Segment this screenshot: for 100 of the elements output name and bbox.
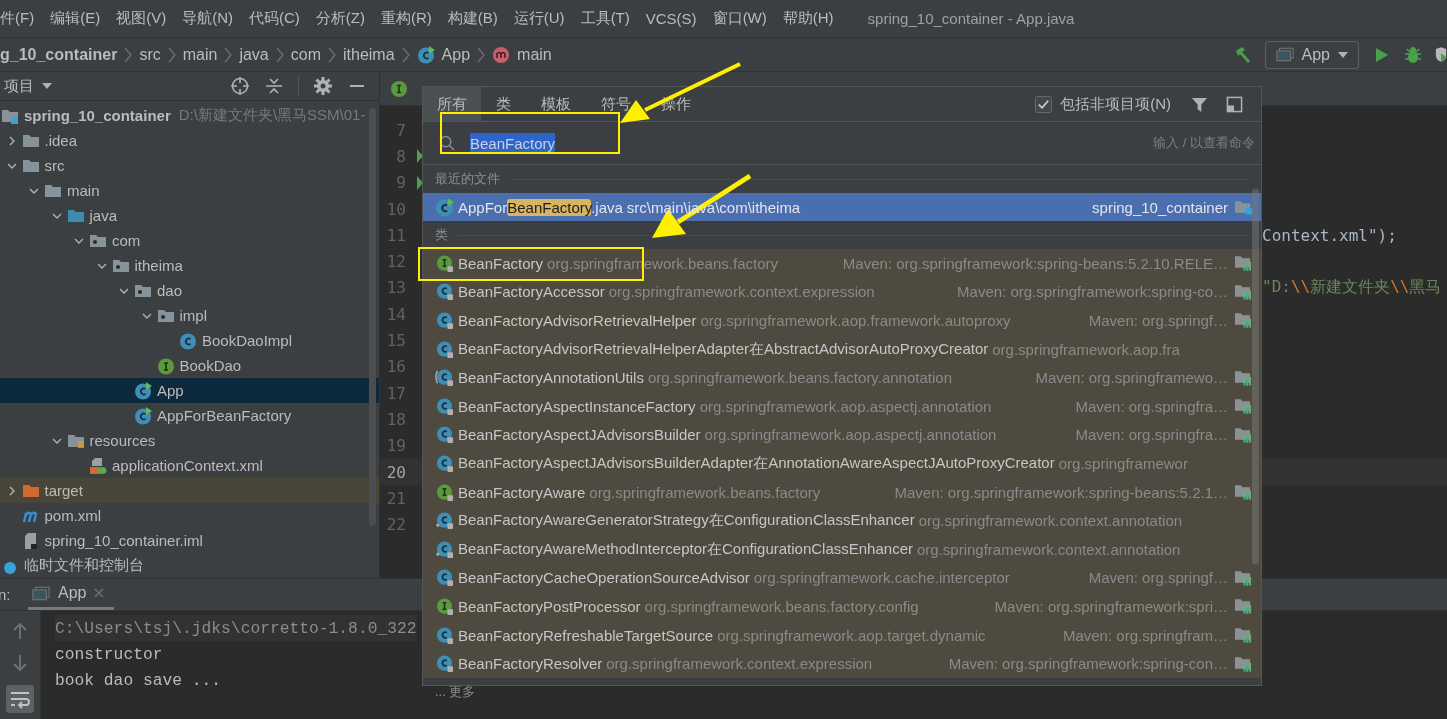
- tree-item-label: spring_10_container.iml: [44, 532, 203, 549]
- line-number: 18: [385, 409, 406, 429]
- tree-item-label: AppForBeanFactory: [157, 407, 292, 424]
- tree-row[interactable]: .idea: [0, 128, 379, 153]
- tree-item-label: java: [89, 207, 118, 224]
- tree-row[interactable]: 临时文件和控制台: [0, 553, 379, 578]
- menu-item[interactable]: 导航(N): [174, 9, 241, 28]
- breadcrumb-item[interactable]: main: [517, 45, 552, 64]
- search-tab[interactable]: 符号: [601, 94, 631, 114]
- class-result-row[interactable]: BeanFactoryCacheOperationSourceAdvisor org.springframework.cache.interceptor Maven: org.springf…: [423, 563, 1261, 593]
- class-result-row[interactable]: BeanFactoryRefreshableTargetSource org.springframework.aop.target.dynamic Maven: org.springfram…: [423, 620, 1261, 650]
- tree-row[interactable]: main: [0, 178, 379, 203]
- tree-row[interactable]: dao: [0, 278, 379, 303]
- panel-title[interactable]: 项目: [4, 76, 34, 96]
- class-result-row[interactable]: BeanFactoryAdvisorRetrievalHelper org.springframework.aop.framework.autoproxy Maven: org.springf…: [423, 306, 1261, 335]
- tree-item-label: pom.xml: [44, 507, 102, 524]
- tree-item-label: dao: [157, 282, 183, 299]
- caret-icon[interactable]: [42, 83, 52, 89]
- chevron-icon: [401, 45, 410, 64]
- class-result-row[interactable]: BeanFactoryAdvisorRetrievalHelperAdapter在AbstractAdvisorAutoProxyCreator org.springframework.aop.fra: [423, 334, 1261, 364]
- tree-row[interactable]: BookDao: [0, 353, 379, 378]
- line-number: 22: [385, 515, 406, 535]
- tree-item-label: BookDao: [179, 357, 242, 374]
- coverage-icon[interactable]: [1435, 44, 1447, 65]
- class-result-row[interactable]: BeanFactoryAccessor org.springframework.context.expression Maven: org.springframework:spring-co…: [423, 277, 1261, 307]
- breadcrumb-item[interactable]: g_10_container: [0, 45, 118, 64]
- menu-item[interactable]: 编辑(E): [42, 9, 109, 28]
- crosshair-icon[interactable]: [230, 76, 250, 96]
- search-tab[interactable]: 所有: [423, 87, 481, 121]
- search-tab[interactable]: 类: [496, 94, 511, 114]
- menu-item[interactable]: 重构(R): [372, 9, 440, 28]
- module-folder-icon: [1234, 198, 1253, 216]
- tree-item-label: main: [67, 182, 100, 199]
- class-result-row[interactable]: BeanFactoryAwareGeneratorStrategy在ConfigurationClassEnhancer org.springframework.context.annotation: [423, 506, 1261, 535]
- search-icon: [439, 134, 456, 152]
- tree-row[interactable]: spring_10_container D:\新建文件夹\黑马SSM\01-: [0, 103, 379, 128]
- menu-item[interactable]: 分析(Z): [307, 9, 373, 28]
- breadcrumb-item[interactable]: App: [441, 45, 471, 64]
- class-result-row[interactable]: BeanFactoryAspectInstanceFactory org.springframework.aop.aspectj.annotation Maven: org.springfra…: [423, 391, 1261, 421]
- class-result-row[interactable]: BeanFactoryAwareMethodInterceptor在ConfigurationClassEnhancer org.springframework.context.annotation: [423, 534, 1261, 564]
- debug-icon[interactable]: [1403, 44, 1423, 65]
- breadcrumb-item[interactable]: main: [182, 45, 218, 64]
- breadcrumb-item[interactable]: java: [239, 45, 269, 64]
- class-result-row[interactable]: BeanFactoryPostProcessor org.springframework.beans.factory.config Maven: org.springframework:spri…: [423, 592, 1261, 621]
- tree-row[interactable]: AppForBeanFactory: [0, 403, 379, 428]
- window-icon[interactable]: [1226, 95, 1243, 113]
- tree-row[interactable]: resources: [0, 428, 379, 453]
- search-tab[interactable]: 模板: [541, 94, 571, 114]
- checkbox-label[interactable]: 包括非项目项(N): [1060, 94, 1171, 114]
- class-result-row[interactable]: BeanFactoryAspectJAdvisorsBuilderAdapter在AnnotationAwareAspectJAutoProxyCreator org.springframewor: [423, 449, 1261, 478]
- menu-item[interactable]: 代码(C): [241, 9, 308, 28]
- menu-item[interactable]: 工具(T): [572, 9, 638, 28]
- library-icon: [1234, 483, 1253, 502]
- class-result-row[interactable]: BeanFactoryAware org.springframework.beans.factory Maven: org.springframework:spring-beans:5.2.1…: [423, 477, 1261, 507]
- run-configuration-dropdown[interactable]: App: [1264, 40, 1359, 69]
- class-result-row[interactable]: BeanFactoryAspectJAdvisorsBuilder org.springframework.aop.aspectj.annotation Maven: org.springfra…: [423, 420, 1261, 450]
- breadcrumb-item[interactable]: src: [139, 45, 161, 64]
- tree-row[interactable]: impl: [0, 303, 379, 328]
- menu-item[interactable]: 件(F): [0, 9, 43, 28]
- tree-row[interactable]: pom.xml: [0, 503, 379, 528]
- filter-icon[interactable]: [1191, 95, 1208, 113]
- scrollbar[interactable]: [1252, 189, 1259, 564]
- menu-item[interactable]: 视图(V): [108, 9, 175, 28]
- tree-row[interactable]: spring_10_container.iml: [0, 528, 379, 553]
- scrollbar[interactable]: [369, 108, 376, 526]
- tree-row[interactable]: target: [0, 478, 379, 503]
- class-icon: [435, 453, 454, 473]
- checkbox[interactable]: [1035, 95, 1053, 113]
- interface-icon: [435, 253, 454, 273]
- package-name: org.springframework.aop.framework.autoproxy: [700, 312, 1011, 329]
- tree-row[interactable]: java: [0, 203, 379, 228]
- breadcrumb-item[interactable]: com: [290, 45, 321, 64]
- class-icon: [435, 396, 454, 416]
- line-number: 7: [395, 120, 406, 140]
- tree-row[interactable]: BookDaoImpl: [0, 328, 379, 353]
- menu-item[interactable]: 窗口(W): [704, 9, 775, 28]
- search-field[interactable]: BeanFactory 输入 / 以查看命令: [423, 122, 1261, 165]
- path-text: D:\新建文件夹\黑马SSM\01-: [178, 106, 366, 125]
- package-name: org.springframework.aop.fra: [992, 340, 1180, 358]
- menu-item[interactable]: 构建(B): [439, 9, 506, 28]
- settings-icon[interactable]: [313, 76, 333, 96]
- class-result-row[interactable]: BeanFactoryAnnotationUtils org.springframework.beans.factory.annotation Maven: org.springframewo…: [423, 363, 1261, 392]
- class-result-row[interactable]: BeanFactoryResolver org.springframework.context.expression Maven: org.springframework:spring-con…: [423, 649, 1261, 678]
- line-number: 14: [385, 304, 406, 324]
- soft-wrap-icon[interactable]: [6, 685, 34, 713]
- section-title: 最近的文件: [435, 170, 500, 188]
- more-link[interactable]: ... 更多: [435, 682, 476, 701]
- menu-item[interactable]: 运行(U): [505, 9, 573, 28]
- collapse-icon[interactable]: [264, 76, 284, 96]
- tree-row[interactable]: applicationContext.xml: [0, 453, 379, 478]
- tree-row[interactable]: src: [0, 153, 379, 178]
- tree-row[interactable]: App: [0, 378, 379, 403]
- tree-row[interactable]: com: [0, 228, 379, 253]
- window-title: spring_10_container - App.java: [867, 10, 1075, 27]
- breadcrumb-item[interactable]: itheima: [343, 45, 395, 64]
- tree-row[interactable]: itheima: [0, 253, 379, 278]
- class-name: BeanFactoryAccessor: [458, 283, 605, 301]
- menu-item[interactable]: VCS(S): [637, 10, 705, 27]
- tree-item-label: App: [157, 382, 184, 399]
- menu-item[interactable]: 帮助(H): [774, 9, 842, 28]
